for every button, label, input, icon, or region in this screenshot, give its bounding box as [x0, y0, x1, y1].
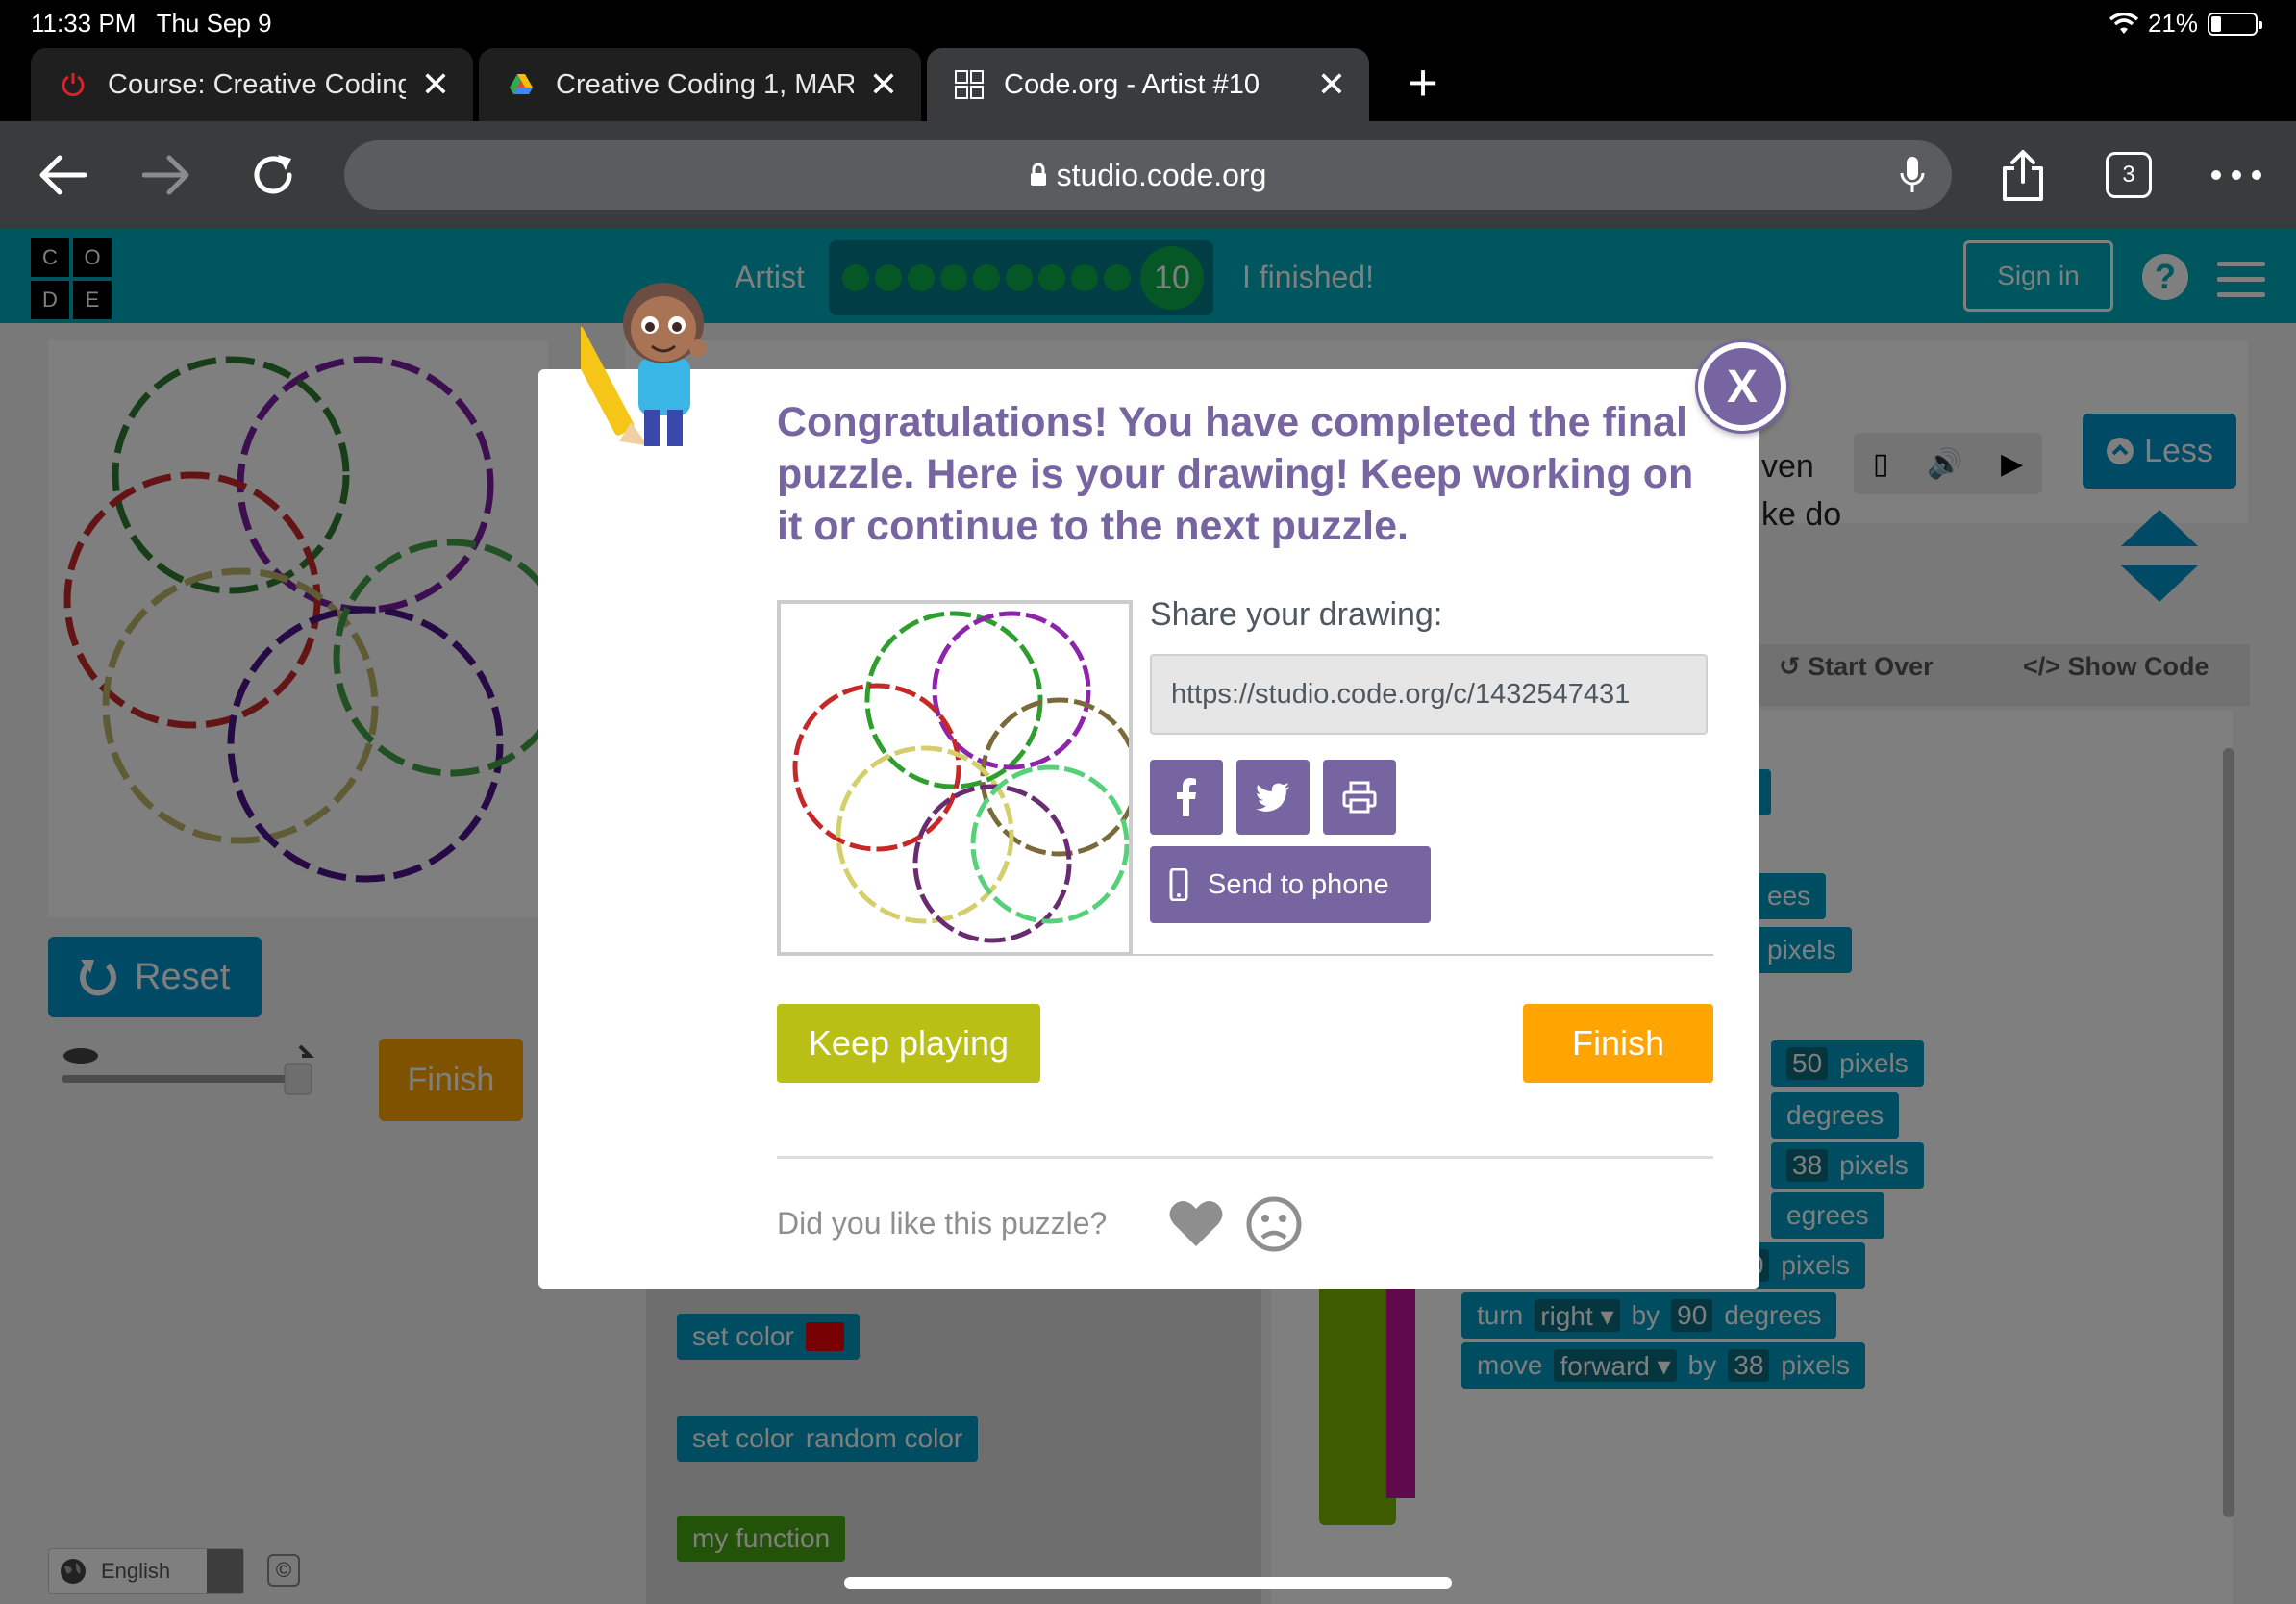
tab-switcher-button[interactable]: 3: [2106, 152, 2152, 198]
keep-playing-button[interactable]: Keep playing: [777, 1004, 1040, 1083]
print-button[interactable]: [1323, 760, 1396, 835]
phone-icon: [1169, 868, 1188, 901]
status-date: Thu Sep 9: [156, 9, 272, 38]
divider: [777, 954, 1713, 956]
tab-title: Creative Coding 1, MART: [556, 68, 854, 100]
reload-button[interactable]: [244, 146, 302, 204]
more-menu-button[interactable]: [2208, 146, 2265, 204]
divider: [777, 1156, 1713, 1159]
facebook-share-button[interactable]: [1150, 760, 1223, 835]
close-icon[interactable]: ✕: [421, 67, 450, 102]
share-label: Share your drawing:: [1150, 596, 1443, 633]
wifi-icon: [2109, 12, 2138, 34]
tab-creative-coding-mart[interactable]: Creative Coding 1, MART ✕: [479, 48, 921, 121]
share-url-field[interactable]: https://studio.code.org/c/1432547431: [1150, 654, 1708, 735]
tab-course-creative-coding[interactable]: Course: Creative Coding ✕: [31, 48, 473, 121]
url-text: studio.code.org: [1056, 157, 1267, 192]
tab-title: Course: Creative Coding: [108, 68, 406, 100]
forward-button[interactable]: [138, 146, 196, 204]
artist-mascot: [581, 283, 707, 446]
drive-icon: [506, 69, 537, 100]
send-to-phone-label: Send to phone: [1208, 868, 1389, 900]
finish-button[interactable]: Finish: [1523, 1004, 1713, 1083]
status-bar: 11:33 PM Thu Sep 9 21%: [0, 0, 2296, 46]
address-bar[interactable]: studio.code.org: [344, 140, 1952, 210]
more-icon: [2211, 170, 2261, 180]
frown-icon[interactable]: [1246, 1196, 1302, 1252]
battery-icon: [2208, 12, 2262, 36]
tab-code-org-artist[interactable]: Code.org - Artist #10 ✕: [927, 48, 1369, 121]
printer-icon: [1342, 781, 1377, 814]
close-icon[interactable]: ✕: [869, 67, 898, 102]
home-indicator[interactable]: [844, 1577, 1452, 1589]
drawing-thumbnail: [792, 611, 1129, 943]
power-icon: [58, 69, 88, 100]
back-button[interactable]: [33, 146, 90, 204]
battery-percent: 21%: [2147, 9, 2198, 38]
heart-icon[interactable]: [1169, 1198, 1223, 1248]
code-org-icon: [954, 69, 985, 100]
arrow-left-icon: [39, 155, 87, 195]
congratulations-message: Congratulations! You have completed the …: [777, 399, 1694, 549]
microphone-icon[interactable]: [1900, 156, 1925, 194]
facebook-icon: [1177, 778, 1196, 816]
twitter-share-button[interactable]: [1236, 760, 1310, 835]
tab-strip: Course: Creative Coding ✕ Creative Codin…: [0, 46, 2296, 121]
share-icon: [2003, 150, 2043, 201]
arrow-right-icon: [142, 155, 189, 195]
status-time: 11:33 PM: [31, 9, 137, 38]
twitter-icon: [1256, 783, 1289, 812]
drawing-preview: [777, 600, 1133, 956]
lock-icon: [1030, 163, 1046, 186]
feedback-question: Did you like this puzzle?: [777, 1206, 1108, 1241]
browser-toolbar: studio.code.org 3: [0, 121, 2296, 229]
new-tab-button[interactable]: +: [1392, 54, 1454, 115]
share-button[interactable]: [1994, 146, 2052, 204]
close-icon[interactable]: ✕: [1317, 67, 1346, 102]
send-to-phone-button[interactable]: Send to phone: [1150, 846, 1431, 923]
reload-icon: [254, 155, 292, 194]
tab-title: Code.org - Artist #10: [1004, 68, 1260, 100]
